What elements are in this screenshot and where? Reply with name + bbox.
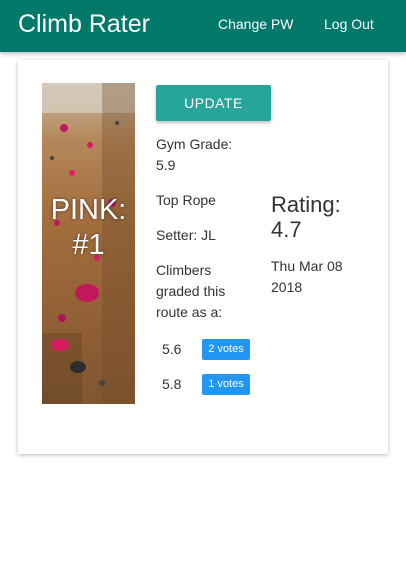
vote-count-badge: 1 votes [202,374,250,395]
vote-grade: 5.8 [162,376,182,392]
route-image: PINK: #1 [42,83,135,404]
navbar: Climb Rater Change PW Log Out [0,0,406,52]
route-type: Top Rope [156,192,216,208]
route-date: Thu Mar 08 2018 [271,258,343,295]
gym-grade-label: Gym Grade: [156,136,233,152]
vote-count-badge: 2 votes [202,339,250,360]
update-button[interactable]: UPDATE [156,85,271,121]
route-name: PINK: #1 [50,194,127,261]
route-setter: Setter: JL [156,227,216,243]
climbers-graded-label: Climbers graded this route as a: [156,262,226,320]
rating-label: Rating: [271,192,341,217]
route-card: PINK: #1 UPDATE Gym Grade: 5.9 Top Rope … [18,60,388,454]
change-password-link[interactable]: Change PW [218,16,293,33]
gym-grade-value: 5.9 [156,157,176,173]
brand-logo[interactable]: Climb Rater [18,9,150,39]
log-out-link[interactable]: Log Out [324,16,374,33]
vote-grade: 5.6 [162,341,182,357]
gym-grade: Gym Grade: 5.9 [156,134,266,176]
rating-value: 4.7 [271,217,302,242]
